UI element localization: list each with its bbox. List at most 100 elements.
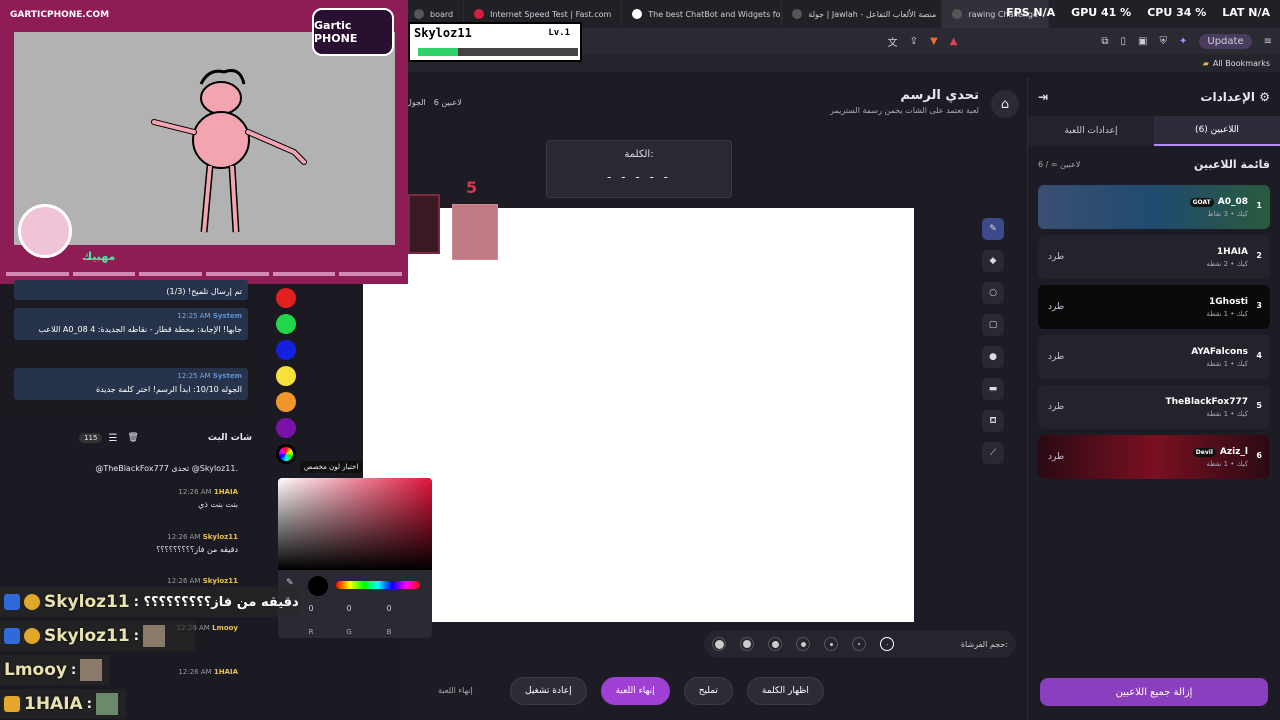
green-input[interactable]: 0 [334, 604, 364, 613]
kick-button[interactable]: طرد [1048, 352, 1064, 362]
remove-all-players-button[interactable]: إزالة جميع اللاعبين [1040, 678, 1268, 706]
collapse-panel-icon[interactable]: ⇥ [1038, 90, 1048, 104]
saturation-field[interactable] [278, 478, 432, 570]
tab-players[interactable]: اللاعبين (6) [1154, 116, 1280, 146]
round-label: الجول [406, 98, 426, 107]
end-game-button[interactable]: إنهاء اللعبة [600, 677, 670, 705]
tab-favicon-icon [952, 9, 963, 19]
tab-favicon-icon [414, 9, 424, 19]
player-name: 1HAIA [1216, 246, 1248, 257]
overlay-chat-line: 1HAIA : [0, 689, 126, 719]
fill-rect-tool[interactable]: ▬ [982, 378, 1004, 400]
circle-tool[interactable]: ○ [982, 282, 1004, 304]
player-row: طرد Devil Aziz_l كيك • 1 نقطة 6 [1038, 435, 1270, 479]
stream-overlay: GARTICPHONE.COM Gartic PHONE مهبيك [0, 0, 408, 284]
hue-slider[interactable] [336, 581, 420, 589]
gold-badge-icon [24, 594, 40, 610]
color-palette [270, 284, 304, 484]
green-label: G [346, 628, 352, 636]
color-swatch-green[interactable] [276, 314, 296, 334]
wallet-icon[interactable]: ▣ [1138, 36, 1147, 47]
leo-icon[interactable]: ✦ [1179, 36, 1187, 47]
brush-size-option-selected[interactable] [880, 637, 894, 651]
reveal-word-button[interactable]: اظهار الكلمة [746, 677, 824, 705]
menu-icon[interactable]: ≡ [1264, 36, 1272, 47]
chat-list-icon[interactable]: ☰ [108, 433, 117, 444]
settings-header: ⇥ الإعدادات ⚙ [1028, 78, 1280, 116]
game-area: ⌂ تحدي الرسم لعبة تعتمد على الشات يخمن ر… [363, 78, 1027, 720]
canvas-frame [363, 208, 914, 622]
translate-icon[interactable]: 文 [888, 34, 898, 49]
trash-icon[interactable]: 🗑 [127, 433, 138, 443]
tab-game-settings[interactable]: إعدادات اللعبة [1028, 116, 1154, 146]
brush-size-option[interactable] [768, 637, 782, 651]
color-swatch-orange[interactable] [276, 392, 296, 412]
brush-size-option[interactable] [712, 637, 726, 651]
restart-button[interactable]: إعادة تشغيل [510, 677, 587, 705]
settings-panel: ⇥ الإعدادات ⚙ إعدادات اللعبة اللاعبين (6… [1027, 78, 1280, 720]
brush-size-option[interactable] [824, 637, 838, 651]
badge-icon [4, 628, 20, 644]
color-picker: ✎ 0 0 0 R G B [278, 478, 432, 638]
custom-color-button[interactable] [276, 444, 296, 464]
players-list-header: 6 / ∞ لاعبين قائمة اللاعبين [1028, 146, 1280, 179]
kick-button[interactable]: طرد [1048, 452, 1064, 462]
blue-input[interactable]: 0 [374, 604, 404, 613]
brush-size-option[interactable] [796, 637, 810, 651]
stream-chat-header: ☰ 🗑 شات البث 115 [0, 428, 262, 448]
player-row: طرد TheBlackFox777 كيك • 1 نقطة 5 [1038, 385, 1270, 429]
overlay-text: : [71, 662, 77, 678]
tab-favicon-icon [474, 9, 485, 19]
word-label: الكلمة: [624, 149, 654, 160]
fill-circle-tool[interactable]: ● [982, 346, 1004, 368]
home-button[interactable]: ⌂ [991, 90, 1019, 118]
color-swatch-yellow[interactable] [276, 366, 296, 386]
player-tag: GOAT [1189, 197, 1214, 207]
color-swatch-blue[interactable] [276, 340, 296, 360]
home-icon: ⌂ [1000, 96, 1010, 112]
color-swatch-purple[interactable] [276, 418, 296, 438]
line-tool[interactable]: ⟋ [982, 442, 1004, 464]
color-swatch-red[interactable] [276, 288, 296, 308]
brush-size-option[interactable] [740, 637, 754, 651]
browser-tab[interactable]: The best ChatBot and Widgets for K [622, 0, 783, 28]
badge-icon [4, 594, 20, 610]
game-header: ⌂ تحدي الرسم لعبة تعتمد على الشات يخمن ر… [400, 78, 1027, 130]
eraser-icon: ◆ [989, 256, 997, 266]
gear-icon: ⚙ [1259, 90, 1270, 104]
current-color-preview [308, 576, 328, 596]
brush-size-option[interactable] [852, 637, 866, 651]
bucket-tool[interactable]: ⛾ [982, 410, 1004, 432]
eraser-tool[interactable]: ◆ [982, 250, 1004, 272]
extensions-icon[interactable]: ⧉ [1101, 36, 1108, 47]
player-points: كيك • 1 نقطة [1206, 309, 1248, 318]
sidebar-icon[interactable]: ▯ [1121, 36, 1127, 47]
red-input[interactable]: 0 [296, 604, 326, 613]
brave-shield-icon[interactable]: ▼ [930, 36, 938, 47]
chat-message: @TheBlackFox777 تحدى @Skyloz11. [95, 464, 238, 473]
drawing-canvas[interactable] [363, 208, 914, 622]
share-icon[interactable]: ⇪ [910, 36, 918, 47]
pixel-avatar-image [452, 204, 498, 260]
kick-button[interactable]: طرد [1048, 252, 1064, 262]
system-message: 12:25 AM System اللاعب A0_08 جابها! الإج… [14, 308, 248, 340]
player-row: طرد 1HAIA كيك • 2 نقطة 2 [1038, 235, 1270, 279]
pencil-tool[interactable]: ✎ [982, 218, 1004, 240]
tools-rail: ✎ ◆ ○ ▢ ● ▬ ⛾ ⟋ [978, 218, 1008, 468]
kick-button[interactable]: طرد [1048, 402, 1064, 412]
kick-button[interactable]: طرد [1048, 302, 1064, 312]
rewards-icon[interactable]: ▲ [950, 36, 958, 47]
player-points: كيك • 1 نقطة [1206, 359, 1248, 368]
player-points: كيك • 1 نقطة [1206, 459, 1248, 468]
browser-toolbar: 文 ⇪ ▼ ▲ ⧉ ▯ ▣ ⛨ ✦ Update ≡ [888, 33, 1272, 49]
overlay-text: : [86, 696, 92, 712]
update-button[interactable]: Update [1199, 33, 1252, 49]
browser-tab[interactable]: جولة | Jawlah - منصة الألعاب التفاعل [782, 0, 943, 28]
chat-message: 12:26 AM Skyloz11 دقيقه من فاز؟؟؟؟؟؟؟؟؟ [156, 533, 238, 554]
vpn-icon[interactable]: ⛨ [1160, 36, 1168, 47]
players-list-title: قائمة اللاعبين [1194, 158, 1270, 171]
all-bookmarks[interactable]: All Bookmarks [1213, 59, 1270, 68]
rectangle-tool[interactable]: ▢ [982, 314, 1004, 336]
hint-button[interactable]: تمليح [683, 677, 733, 705]
players-count: 6 لاعبين [433, 98, 462, 107]
